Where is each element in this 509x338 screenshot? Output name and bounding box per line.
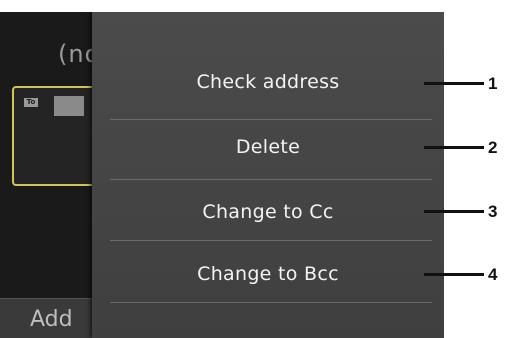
menu-item-change-to-cc[interactable]: Change to Cc xyxy=(92,187,444,237)
menu-item-check-address[interactable]: Check address xyxy=(92,57,444,107)
recipient-icon xyxy=(54,96,84,116)
recipient-card[interactable]: To xyxy=(12,86,96,186)
callout-number-3: 3 xyxy=(488,202,498,221)
menu-item-label: Change to Bcc xyxy=(197,263,339,285)
callout-number-4: 4 xyxy=(488,265,498,284)
callout-line-1 xyxy=(424,82,484,85)
menu-item-change-to-bcc[interactable]: Change to Bcc xyxy=(92,249,444,299)
menu-divider xyxy=(110,302,432,303)
menu-item-delete[interactable]: Delete xyxy=(92,122,444,172)
callout-line-3 xyxy=(424,210,484,213)
to-tag: To xyxy=(24,98,38,107)
menu-item-label: Check address xyxy=(196,71,340,93)
menu-item-label: Change to Cc xyxy=(202,201,334,223)
recipient-options-menu: Check address Delete Change to Cc Change… xyxy=(92,12,444,338)
printer-touch-screen: (no To Add Check address Delete Change t… xyxy=(0,12,444,338)
callout-line-2 xyxy=(424,146,484,149)
callout-number-2: 2 xyxy=(488,138,498,157)
menu-divider xyxy=(110,179,432,180)
menu-divider xyxy=(110,119,432,120)
menu-divider xyxy=(110,240,432,241)
add-button-label: Add xyxy=(30,307,73,332)
callout-number-1: 1 xyxy=(488,74,498,93)
menu-item-label: Delete xyxy=(235,136,301,158)
callout-line-4 xyxy=(424,273,484,276)
